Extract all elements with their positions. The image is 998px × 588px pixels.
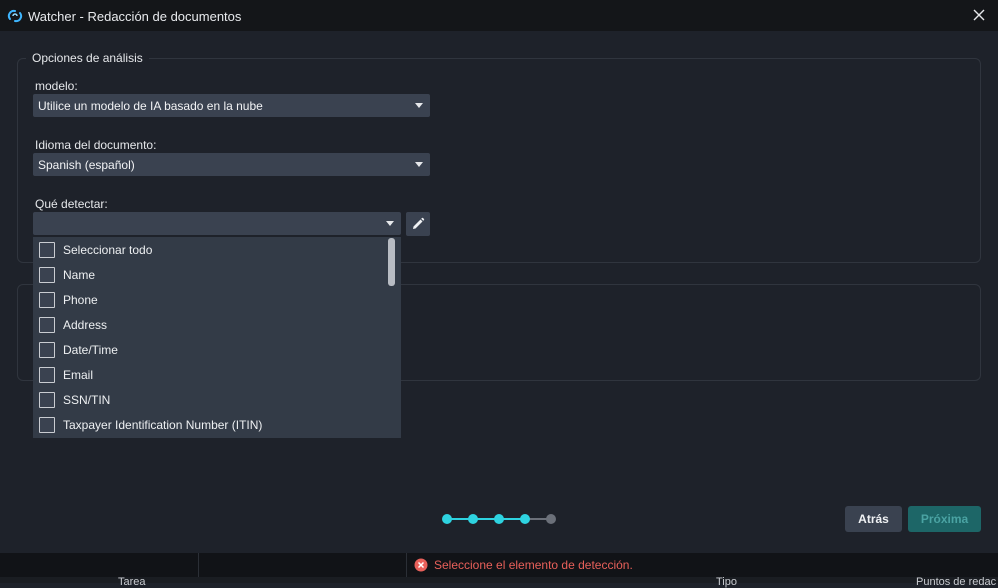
checkbox[interactable]: [39, 366, 55, 383]
status-message: Seleccione el elemento de detección.: [414, 558, 633, 572]
model-select[interactable]: Utilice un modelo de IA basado en la nub…: [33, 94, 430, 117]
detect-select[interactable]: [33, 212, 401, 235]
list-item-label: Phone: [63, 292, 98, 307]
list-item-name[interactable]: Name: [33, 262, 388, 287]
list-item-ssn[interactable]: SSN/TIN: [33, 387, 388, 412]
table-header-task[interactable]: Tarea: [118, 577, 146, 588]
language-select[interactable]: Spanish (español): [33, 153, 430, 176]
detect-dropdown-list[interactable]: Seleccionar todo Name Phone Address Date…: [33, 237, 401, 438]
checkbox[interactable]: [39, 316, 55, 333]
list-item-label: Date/Time: [63, 342, 118, 357]
list-item-label: Name: [63, 267, 96, 282]
step-dot-3: [494, 514, 504, 524]
list-item-label: Email: [63, 367, 94, 382]
step-progress: [442, 514, 556, 524]
list-item-datetime[interactable]: Date/Time: [33, 337, 388, 362]
close-icon: [973, 9, 985, 21]
dropdown-arrow-icon: [415, 103, 423, 108]
list-item-email[interactable]: Email: [33, 362, 388, 387]
pencil-icon: [413, 217, 425, 229]
next-button[interactable]: Próxima: [908, 506, 981, 532]
checkbox[interactable]: [39, 416, 55, 433]
step-dot-1: [442, 514, 452, 524]
checkbox[interactable]: [39, 291, 55, 308]
list-item-label: Seleccionar todo: [63, 242, 153, 257]
list-item-label: Address: [63, 317, 108, 332]
list-item-itin[interactable]: Taxpayer Identification Number (ITIN): [33, 412, 388, 437]
language-select-value: Spanish (español): [38, 157, 135, 172]
language-label: Idioma del documento:: [35, 138, 157, 152]
table-header-type[interactable]: Tipo: [716, 577, 737, 588]
status-text: Seleccione el elemento de detección.: [434, 558, 633, 572]
close-button[interactable]: [970, 6, 988, 24]
checkbox[interactable]: [39, 241, 55, 258]
dropdown-arrow-icon: [386, 221, 394, 226]
dropdown-scrollbar[interactable]: [388, 238, 395, 286]
list-item-address[interactable]: Address: [33, 312, 388, 337]
list-item-label: SSN/TIN: [63, 392, 111, 407]
step-dot-2: [468, 514, 478, 524]
edit-detection-button[interactable]: [406, 212, 430, 236]
watcher-logo-icon: [7, 9, 23, 23]
list-item-label: Taxpayer Identification Number (ITIN): [63, 417, 263, 432]
title-bar: Watcher - Redacción de documentos: [0, 0, 998, 31]
model-select-value: Utilice un modelo de IA basado en la nub…: [38, 98, 263, 113]
table-header-strip: [0, 577, 998, 583]
checkbox[interactable]: [39, 266, 55, 283]
back-button[interactable]: Atrás: [845, 506, 902, 532]
analysis-options-title: Opciones de análisis: [26, 51, 149, 65]
model-label: modelo:: [35, 79, 78, 93]
checkbox[interactable]: [39, 341, 55, 358]
error-icon: [414, 558, 428, 572]
step-dot-5: [546, 514, 556, 524]
dropdown-arrow-icon: [415, 162, 423, 167]
list-item-phone[interactable]: Phone: [33, 287, 388, 312]
window-title: Watcher - Redacción de documentos: [28, 9, 242, 24]
status-divider: [198, 553, 199, 578]
list-item-select-all[interactable]: Seleccionar todo: [33, 237, 388, 262]
checkbox[interactable]: [39, 391, 55, 408]
status-divider: [406, 553, 407, 578]
step-dot-4: [520, 514, 530, 524]
table-header-redaction-points[interactable]: Puntos de redac: [916, 577, 996, 588]
detect-label: Qué detectar:: [35, 197, 108, 211]
